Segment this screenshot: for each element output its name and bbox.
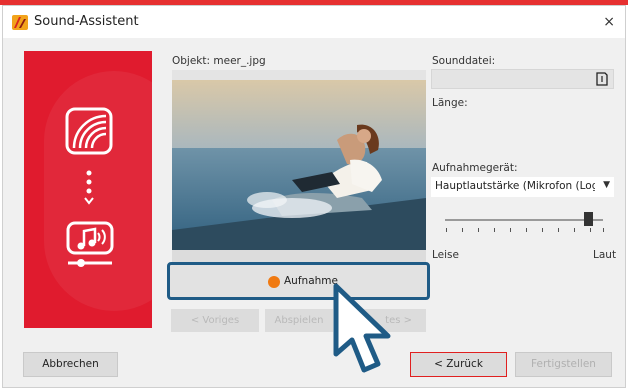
- object-label: Objekt: meer_.jpg: [172, 55, 266, 67]
- slider-tick: [462, 228, 463, 232]
- mouse-pointer-icon: [333, 283, 391, 373]
- slider-tick: [510, 228, 511, 232]
- slider-tick: [446, 228, 447, 232]
- slider-tick: [542, 228, 543, 232]
- preview-image: [172, 80, 426, 250]
- slider-tick: [574, 228, 575, 232]
- play-button[interactable]: Abspielen: [265, 309, 333, 332]
- recording-device-value: Hauptlautstärke (Mikrofon (Logitec: [435, 180, 595, 192]
- slider-tick: [603, 228, 604, 232]
- dropdown-arrow-icon: ▼: [603, 180, 610, 190]
- record-dot-icon: [268, 276, 280, 288]
- volume-slider-track[interactable]: [445, 219, 603, 221]
- length-label: Länge:: [432, 97, 468, 109]
- folder-open-icon[interactable]: [596, 72, 608, 86]
- film-strip-top: [172, 70, 426, 80]
- slider-tick: [558, 228, 559, 232]
- slider-tick: [494, 228, 495, 232]
- back-button[interactable]: < Zurück: [410, 352, 507, 377]
- slider-tick: [590, 228, 591, 232]
- sound-file-field[interactable]: [431, 69, 614, 89]
- volume-high-label: Laut: [593, 249, 617, 261]
- slider-tick: [526, 228, 527, 232]
- finish-button[interactable]: Fertigstellen: [515, 352, 612, 377]
- volume-slider-thumb[interactable]: [584, 212, 593, 226]
- cancel-button[interactable]: Abbrechen: [23, 352, 118, 377]
- recording-device-select[interactable]: Hauptlautstärke (Mikrofon (Logitec ▼: [431, 177, 614, 197]
- music-note-icon: [66, 221, 114, 267]
- window-title: Sound-Assistent: [34, 14, 139, 29]
- sound-file-label: Sounddatei:: [432, 55, 496, 67]
- volume-low-label: Leise: [432, 249, 459, 261]
- app-logo-icon: [12, 15, 28, 30]
- title-bar: Sound-Assistent ×: [3, 6, 625, 38]
- previous-button[interactable]: < Voriges: [171, 309, 259, 332]
- assistant-side-panel: [24, 51, 152, 328]
- image-sound-icon: [65, 107, 113, 155]
- progress-dots-icon: [84, 170, 94, 205]
- slider-tick: [478, 228, 479, 232]
- close-button[interactable]: ×: [603, 14, 615, 30]
- recording-device-label: Aufnahmegerät:: [432, 162, 518, 174]
